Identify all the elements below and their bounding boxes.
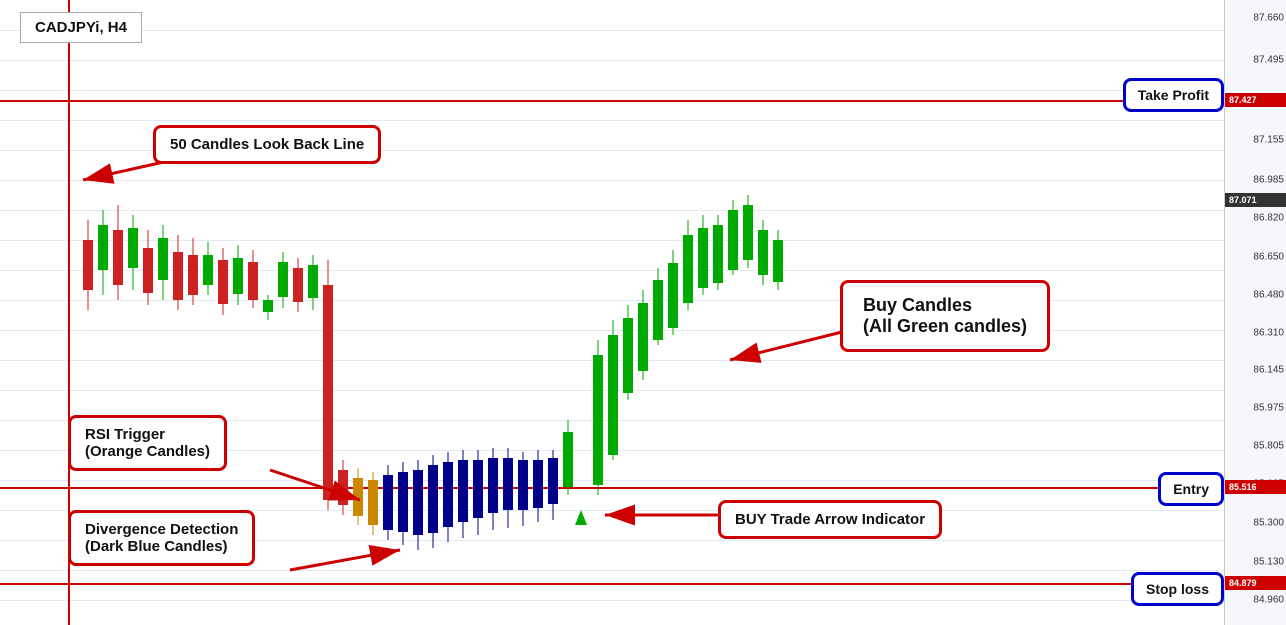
price-86145: 86.145 — [1253, 365, 1284, 376]
buy-candles-annotation: Buy Candles (All Green candles) — [840, 280, 1050, 352]
price-85975: 85.975 — [1253, 403, 1284, 414]
entry-badge: 85.516 — [1225, 480, 1286, 494]
price-87495: 87.495 — [1253, 55, 1284, 66]
price-87660: 87.660 — [1253, 13, 1284, 24]
price-85805: 85.805 — [1253, 441, 1284, 452]
stop-loss-annotation: Stop loss — [1131, 572, 1224, 606]
price-84960: 84.960 — [1253, 595, 1284, 606]
divergence-annotation: Divergence Detection (Dark Blue Candles) — [68, 510, 255, 566]
entry-annotation: Entry — [1158, 472, 1224, 506]
price-85300: 85.300 — [1253, 518, 1284, 529]
buy-trade-arrow-annotation: BUY Trade Arrow Indicator — [718, 500, 942, 539]
chart-container: CADJPYi, H4 87.660 87.495 87.325 87.155 … — [0, 0, 1286, 625]
ticker-label: CADJPYi, H4 — [20, 12, 142, 43]
look-back-annotation: 50 Candles Look Back Line — [153, 125, 381, 164]
rsi-trigger-annotation: RSI Trigger (Orange Candles) — [68, 415, 227, 471]
take-profit-annotation: Take Profit — [1123, 78, 1224, 112]
take-profit-badge: 87.427 — [1225, 93, 1286, 107]
price-86310: 86.310 — [1253, 328, 1284, 339]
stop-loss-badge: 84.879 — [1225, 576, 1286, 590]
current-price-badge: 87.071 — [1225, 193, 1286, 207]
price-86480: 86.480 — [1253, 290, 1284, 301]
price-86650: 86.650 — [1253, 252, 1284, 263]
price-86985: 86.985 — [1253, 175, 1284, 186]
price-axis: 87.660 87.495 87.325 87.155 86.985 86.82… — [1224, 0, 1286, 625]
price-87155: 87.155 — [1253, 135, 1284, 146]
price-85130: 85.130 — [1253, 557, 1284, 568]
price-86820: 86.820 — [1253, 213, 1284, 224]
